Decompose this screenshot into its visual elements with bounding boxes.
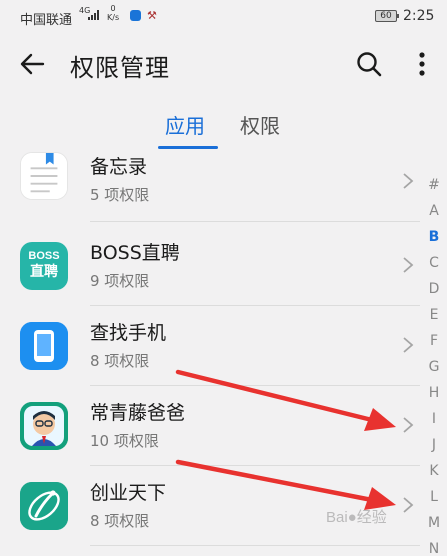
alphabet-index-letter[interactable]: K — [424, 458, 444, 484]
app-list: 备忘录 5 项权限 BOSS 直聘 BOSS直聘 9 项权限 查找手机 8 项权… — [0, 150, 420, 556]
app-permission-count: 8 项权限 — [90, 512, 150, 530]
list-item-boss[interactable]: BOSS 直聘 BOSS直聘 9 项权限 — [0, 226, 420, 306]
app-name: 常青藤爸爸 — [90, 402, 186, 424]
find-phone-icon — [20, 322, 68, 370]
more-vertical-icon[interactable] — [410, 50, 434, 78]
list-item-find-phone[interactable]: 查找手机 8 项权限 — [0, 306, 420, 386]
app-bar: 权限管理 — [0, 32, 447, 94]
cqt-baba-icon — [20, 402, 68, 450]
tab-bar: 应用 权限 — [0, 100, 447, 150]
carrier-name: 中国联通 — [20, 13, 73, 28]
app-name: 查找手机 — [90, 322, 167, 344]
tab-permissions[interactable]: 权限 — [240, 110, 280, 139]
alphabet-index-letter[interactable]: # — [424, 172, 444, 198]
list-item-memo[interactable]: 备忘录 5 项权限 — [0, 150, 420, 226]
alphabet-index-letter[interactable]: G — [424, 354, 444, 380]
network-speed-unit: K/s — [107, 13, 120, 22]
network-speed-value: 0 — [110, 4, 116, 13]
search-icon[interactable] — [355, 50, 383, 78]
app-permission-count: 5 项权限 — [90, 186, 150, 204]
divider — [90, 221, 420, 222]
app-permission-count: 10 项权限 — [90, 432, 159, 450]
app-name: 备忘录 — [90, 156, 148, 178]
notification-app2-icon: ⚒ — [147, 9, 157, 22]
list-item-cqt-baba[interactable]: 常青藤爸爸 10 项权限 — [0, 386, 420, 466]
chevron-right-icon — [403, 257, 414, 273]
alphabet-index[interactable]: # A B C D E F G H I J K L M N — [424, 172, 444, 556]
chevron-right-icon — [403, 173, 414, 189]
chevron-right-icon — [403, 417, 414, 433]
alphabet-index-letter[interactable]: I — [424, 406, 444, 432]
alphabet-index-letter[interactable]: B — [424, 224, 444, 250]
alphabet-index-letter[interactable]: F — [424, 328, 444, 354]
alphabet-index-letter[interactable]: A — [424, 198, 444, 224]
status-bar: 中国联通 4G 0 K/s ⚒ 60 2:25 — [0, 0, 447, 32]
alphabet-index-letter[interactable]: M — [424, 510, 444, 536]
tab-apps[interactable]: 应用 — [165, 110, 205, 139]
alphabet-index-letter[interactable]: C — [424, 250, 444, 276]
app-name: BOSS直聘 — [90, 242, 180, 264]
alphabet-index-letter[interactable]: L — [424, 484, 444, 510]
alphabet-index-letter[interactable]: N — [424, 536, 444, 556]
boss-icon-text-bottom: 直聘 — [30, 263, 58, 279]
app-permission-count: 9 项权限 — [90, 272, 150, 290]
chuangye-icon — [20, 482, 68, 530]
tab-indicator — [158, 146, 218, 149]
alphabet-index-letter[interactable]: H — [424, 380, 444, 406]
signal-icon — [88, 10, 101, 20]
memo-icon — [20, 152, 68, 200]
back-arrow-icon[interactable] — [18, 49, 48, 79]
page-title: 权限管理 — [70, 54, 170, 82]
chevron-right-icon — [403, 337, 414, 353]
network-speed: 0 K/s — [107, 4, 119, 22]
app-permission-count: 8 项权限 — [90, 352, 150, 370]
alphabet-index-letter[interactable]: J — [424, 432, 444, 458]
boss-icon-text-top: BOSS — [28, 250, 60, 262]
battery-icon: 60 — [375, 10, 399, 22]
notification-app-icon — [130, 10, 141, 21]
watermark-logo: Bai●经验 — [326, 509, 387, 526]
boss-icon: BOSS 直聘 — [20, 242, 68, 290]
alphabet-index-letter[interactable]: D — [424, 276, 444, 302]
alphabet-index-letter[interactable]: E — [424, 302, 444, 328]
chevron-right-icon — [403, 497, 414, 513]
divider — [90, 545, 420, 546]
clock: 2:25 — [403, 8, 435, 24]
app-name: 创业天下 — [90, 482, 167, 504]
